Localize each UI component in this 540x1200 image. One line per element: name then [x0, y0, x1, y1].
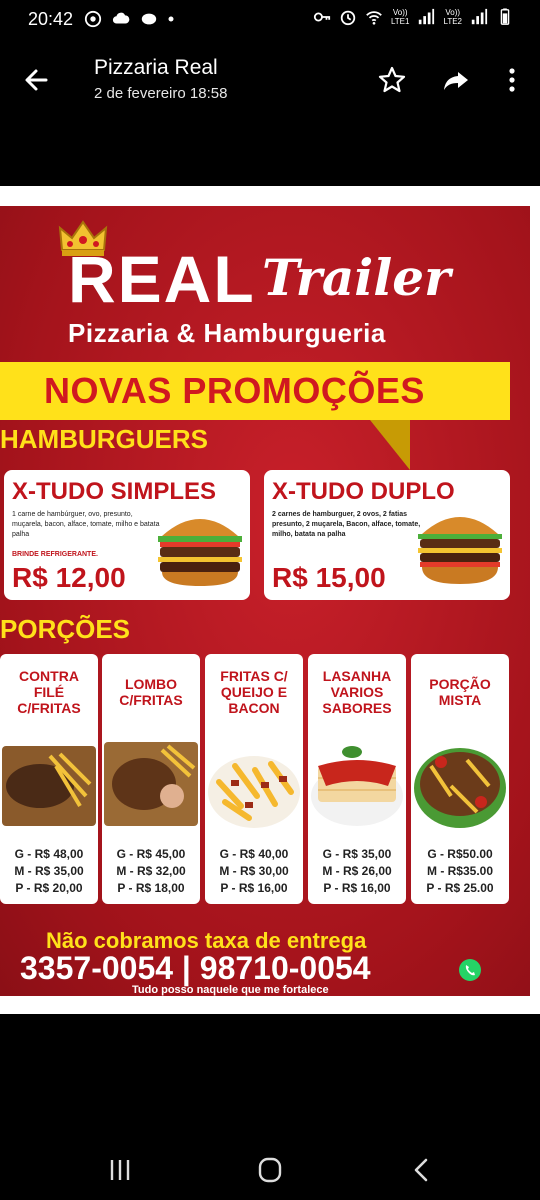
price-m: M - R$ 32,00	[116, 864, 186, 878]
status-system-icons: Vo)) LTE1 Vo)) LTE2	[313, 8, 514, 26]
price-m: M - R$ 35,00	[14, 864, 84, 878]
burgers-heading: HAMBURGUERS	[0, 424, 208, 454]
price-m: M - R$ 30,00	[219, 864, 289, 878]
back-icon[interactable]	[404, 1156, 440, 1184]
portion-name: FRITAS C/ QUEIJO E BACON	[220, 668, 288, 716]
media-image-frame[interactable]: REAL Trailer Pizzaria & Hamburgueria NOV…	[0, 186, 540, 1014]
price-g: G - R$ 48,00	[14, 847, 84, 861]
lte1-label: Vo)) LTE1	[390, 8, 410, 26]
promo-text: NOVAS PROMOÇÕES	[44, 370, 425, 411]
portion-card: FRITAS C/ QUEIJO E BACON G - R$ 40,00 M …	[205, 654, 303, 904]
portion-name: LASANHA VARIOS SABORES	[322, 668, 392, 716]
portion-card: CONTRA FILÉ C/FRITAS G - R$ 48,00 M - R$…	[0, 654, 98, 904]
banner-fold	[370, 420, 410, 470]
price-p: P - R$ 20,00	[15, 881, 83, 895]
cheese-bacon-fries-image	[208, 756, 300, 828]
price-g: G - R$50.00	[427, 847, 493, 861]
portion-prices: G - R$ 48,00 M - R$ 35,00 P - R$ 20,00	[0, 846, 98, 897]
share-icon[interactable]	[438, 62, 474, 98]
chrome-icon	[84, 10, 102, 28]
portion-name: PORÇÃO MISTA	[429, 676, 491, 708]
price-g: G - R$ 45,00	[116, 847, 186, 861]
burger-card: X-TUDO DUPLO 2 carnes de hamburguer, 2 o…	[264, 470, 510, 600]
portion-card: LOMBO C/FRITAS G - R$ 45,00 M - R$ 32,00…	[102, 654, 200, 904]
portion-card: PORÇÃO MISTA G - R$50.00 M - R$35.00 P -…	[411, 654, 509, 904]
battery-icon	[500, 8, 510, 25]
lasagna-image	[311, 746, 403, 826]
back-arrow-icon[interactable]	[18, 62, 54, 98]
portion-prices: G - R$ 40,00 M - R$ 30,00 P - R$ 16,00	[205, 846, 303, 897]
cloud-icon	[112, 12, 130, 24]
burger-gift: BRINDE REFRIGERANTE.	[12, 551, 98, 558]
wifi-icon	[366, 11, 382, 25]
brand-trailer: Trailer	[262, 248, 451, 307]
star-icon[interactable]	[374, 62, 410, 98]
chat-bubble-icon	[141, 13, 157, 25]
burger-price: R$ 12,00	[12, 562, 126, 593]
burger-name: X-TUDO DUPLO	[272, 478, 455, 505]
price-p: P - R$ 16,00	[220, 881, 288, 895]
brand-real: REAL	[68, 242, 256, 316]
home-icon[interactable]	[252, 1156, 288, 1184]
portion-prices: G - R$50.00 M - R$35.00 P - R$ 25.00	[411, 846, 509, 897]
mixed-platter-image	[414, 748, 506, 828]
portion-prices: G - R$ 35,00 M - R$ 26,00 P - R$ 16,00	[308, 846, 406, 897]
flyer-image: REAL Trailer Pizzaria & Hamburgueria NOV…	[0, 206, 530, 996]
brand-subtitle: Pizzaria & Hamburgueria	[68, 318, 386, 348]
phone-numbers: 3357-0054 | 98710-0054	[20, 950, 371, 986]
vpn-key-icon	[313, 12, 331, 22]
status-bar: 20:42 Vo)) LTE1 Vo)) LTE2	[0, 0, 540, 40]
signal-strength-2-icon	[471, 8, 488, 25]
more-notifications-dot-icon	[168, 16, 174, 22]
portion-name: LOMBO C/FRITAS	[119, 676, 183, 708]
promo-banner: NOVAS PROMOÇÕES	[0, 362, 510, 420]
lte2-label: Vo)) LTE2	[443, 8, 462, 26]
more-vert-icon[interactable]	[494, 62, 530, 98]
price-m: M - R$ 26,00	[322, 864, 392, 878]
price-g: G - R$ 40,00	[219, 847, 289, 861]
alarm-icon	[340, 10, 356, 26]
app-bar: Pizzaria Real 2 de fevereiro 18:58	[0, 40, 540, 118]
price-p: P - R$ 16,00	[323, 881, 391, 895]
chat-title: Pizzaria Real	[94, 56, 218, 79]
whatsapp-icon	[459, 959, 481, 981]
portion-card: LASANHA VARIOS SABORES G - R$ 35,00 M - …	[308, 654, 406, 904]
burger-image	[418, 517, 502, 584]
price-p: P - R$ 25.00	[426, 881, 494, 895]
burger-card: X-TUDO SIMPLES 1 carne de hambúrguer, ov…	[4, 470, 250, 600]
recent-apps-icon[interactable]	[102, 1156, 138, 1184]
price-m: M - R$35.00	[426, 864, 494, 878]
status-time: 20:42	[28, 9, 74, 29]
slogan: Tudo posso naquele que me fortalece	[132, 984, 329, 996]
portions-heading: PORÇÕES	[0, 614, 131, 644]
portion-prices: G - R$ 45,00 M - R$ 32,00 P - R$ 18,00	[102, 846, 200, 897]
system-nav-bar	[0, 1136, 540, 1200]
signal-strength-1-icon	[419, 8, 435, 25]
portion-name: CONTRA FILÉ C/FRITAS	[17, 668, 81, 716]
pork-fries-image	[104, 742, 198, 826]
status-notification-icons	[84, 10, 174, 28]
burger-description: 2 carnes de hamburguer, 2 ovos, 2 fatias…	[272, 511, 421, 538]
burger-description: 1 carne de hambúrguer, ovo, presunto, mu…	[12, 511, 160, 538]
price-p: P - R$ 18,00	[117, 881, 185, 895]
burger-image	[158, 519, 242, 586]
chat-subtitle: 2 de fevereiro 18:58	[94, 85, 228, 102]
price-g: G - R$ 35,00	[322, 847, 392, 861]
burger-price: R$ 15,00	[272, 562, 386, 593]
burger-name: X-TUDO SIMPLES	[12, 478, 217, 505]
steak-fries-image	[2, 746, 96, 826]
